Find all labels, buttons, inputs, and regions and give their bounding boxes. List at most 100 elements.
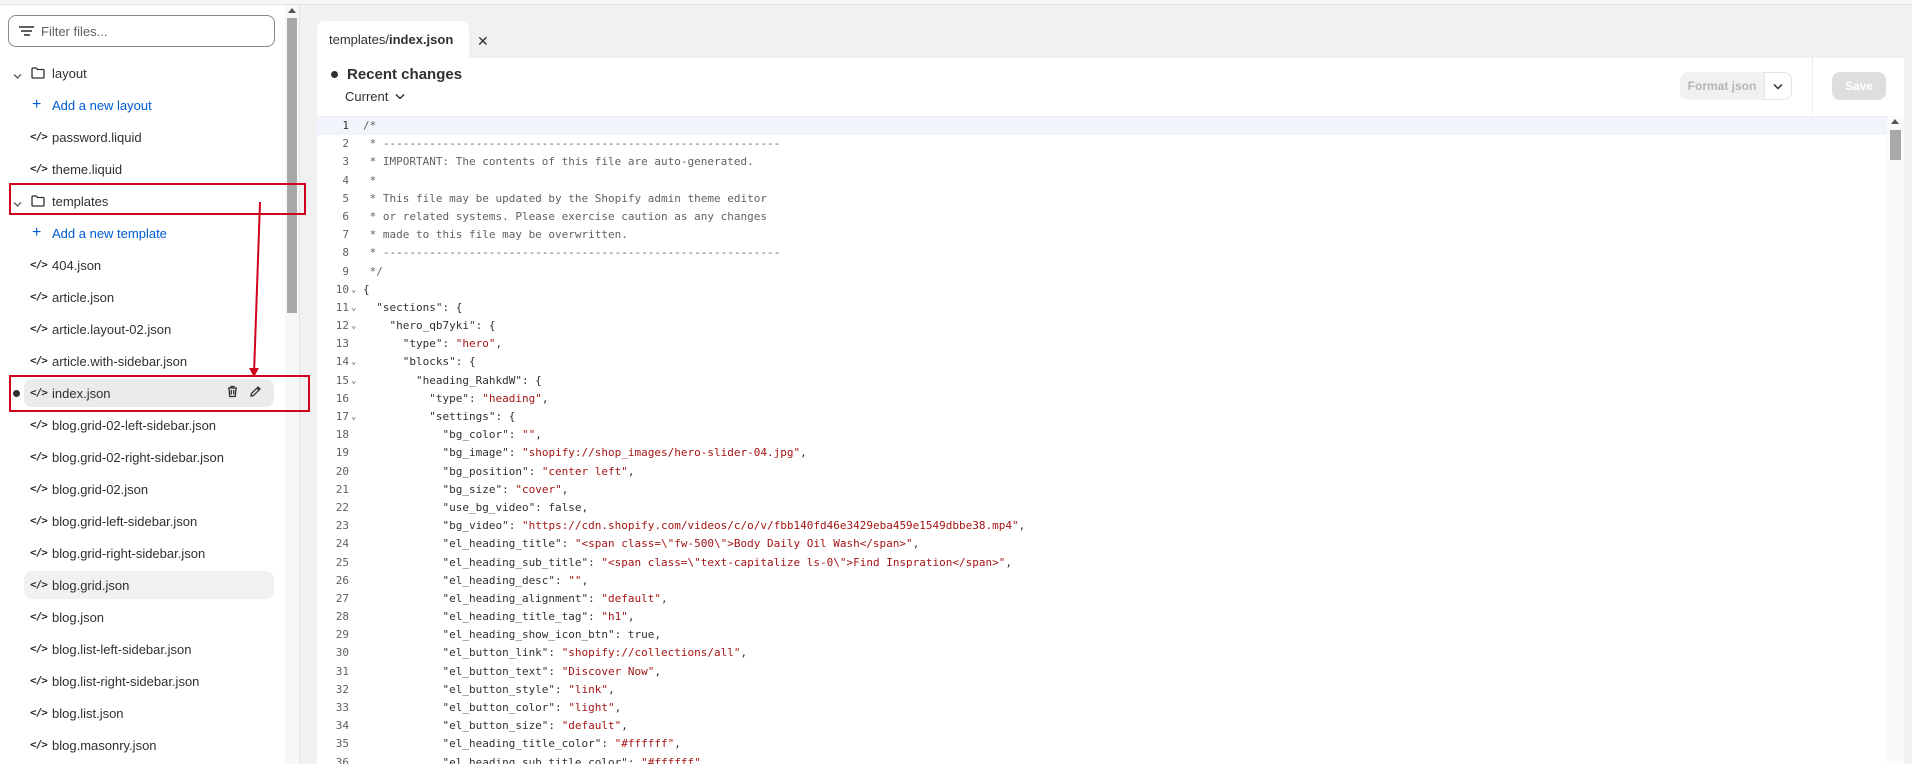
filter-icon: [19, 25, 35, 37]
file-label: article.with-sidebar.json: [52, 353, 188, 369]
plus-icon: +: [32, 224, 42, 241]
tab-index-json[interactable]: templates/index.json ✕: [317, 21, 489, 58]
format-json-button[interactable]: Format json: [1680, 72, 1764, 100]
recent-changes-label: Recent changes: [347, 66, 463, 83]
code-line: "settings": {: [363, 410, 516, 423]
folder-icon: [31, 67, 45, 82]
add-a-new-template-link[interactable]: + Add a new template: [0, 217, 284, 249]
line-number: 35: [335, 737, 349, 751]
file-blog-grid-02-right-sidebar-json[interactable]: </> blog.grid-02-right-sidebar.json: [0, 441, 284, 473]
line-number: 2: [342, 137, 349, 151]
line-number: 31: [335, 664, 349, 678]
code-file-icon: </>: [30, 258, 48, 271]
file-label: blog.list.json: [52, 705, 124, 721]
line-number: 25: [335, 555, 349, 569]
annotation-box-index: [9, 375, 310, 412]
tab-filename: index.json: [388, 32, 454, 47]
filter-field[interactable]: [8, 15, 275, 47]
code-editor[interactable]: 1 2 3 4 5 6 7 8 9 10 ⌄ 11 ⌄ 12 ⌄ 13 14 ⌄ 15 ⌄ 16 17 ⌄ 18 19 20 21 2…: [317, 116, 1887, 764]
line-number: 14 ⌄: [317, 353, 357, 371]
line-number: 7: [342, 228, 349, 242]
line-number: 21: [335, 482, 349, 496]
file-blog-masonry-json[interactable]: </> blog.masonry.json: [0, 729, 284, 761]
file-label: password.liquid: [52, 129, 142, 145]
code-line: "type": "hero",: [363, 337, 503, 351]
fold-chevron-icon[interactable]: ⌄: [351, 317, 356, 335]
code-line: "hero_qb7yki": {: [363, 319, 496, 333]
unsaved-dot-icon: [331, 71, 338, 78]
line-number: 28: [335, 610, 349, 624]
line-number: 26: [335, 573, 349, 587]
file-blog-list-left-sidebar-json[interactable]: </> blog.list-left-sidebar.json: [0, 633, 284, 665]
file-label: 404.json: [52, 257, 102, 273]
fold-chevron-icon[interactable]: ⌄: [351, 281, 356, 299]
code-line: "el_heading_sub_title": "<span class=\"t…: [363, 555, 1013, 569]
chevron-down-icon[interactable]: [13, 68, 22, 79]
line-number: 19: [335, 446, 349, 460]
code-line: "el_heading_desc": "",: [363, 573, 589, 587]
close-icon[interactable]: ✕: [477, 33, 489, 50]
code-lines[interactable]: /* * -----------------------------------…: [363, 117, 1863, 764]
sidebar-scroll-thumb[interactable]: [287, 18, 297, 313]
code-line: * IMPORTANT: The contents of this file a…: [363, 155, 754, 169]
fold-chevron-icon[interactable]: ⌄: [351, 299, 356, 317]
file-article-json[interactable]: </> article.json: [0, 281, 284, 313]
line-number: 30: [335, 646, 349, 660]
recent-changes-heading: Recent changes: [331, 66, 462, 83]
line-number: 5: [342, 191, 349, 205]
line-number: 16: [335, 391, 349, 405]
filter-input[interactable]: [41, 23, 261, 39]
editor-scrollbar[interactable]: [1887, 116, 1904, 764]
line-number: 8: [342, 246, 349, 260]
code-line: "bg_color": "",: [363, 428, 542, 442]
fold-chevron-icon[interactable]: ⌄: [351, 408, 356, 426]
code-file-icon: </>: [30, 610, 48, 623]
line-number: 13: [335, 337, 349, 351]
file-blog-grid-02-json[interactable]: </> blog.grid-02.json: [0, 473, 284, 505]
line-number: 33: [335, 701, 349, 714]
line-number: 9: [342, 264, 349, 278]
code-line: "el_heading_title_tag": "h1",: [363, 610, 635, 624]
version-select[interactable]: Current: [345, 89, 405, 104]
file-blog-grid-right-sidebar-json[interactable]: </> blog.grid-right-sidebar.json: [0, 537, 284, 569]
line-number: 12 ⌄: [317, 317, 357, 335]
file-label: article.layout-02.json: [52, 321, 172, 337]
scroll-up-arrow-icon[interactable]: [288, 8, 296, 13]
code-file-icon: </>: [30, 354, 48, 367]
code-line: "use_bg_video": false,: [363, 500, 589, 514]
code-line: "el_heading_sub_title_color": "#ffffff",: [363, 755, 708, 764]
file-article-with-sidebar-json[interactable]: </> article.with-sidebar.json: [0, 345, 284, 377]
folder-layout[interactable]: layout: [0, 57, 284, 89]
editor-scroll-thumb[interactable]: [1890, 130, 1901, 160]
file-blog-json[interactable]: </> blog.json: [0, 601, 284, 633]
scroll-up-arrow-icon[interactable]: [1891, 119, 1899, 124]
format-options-button[interactable]: [1764, 72, 1792, 100]
line-number: 6: [342, 209, 349, 223]
file-theme-liquid[interactable]: </> theme.liquid: [0, 153, 284, 185]
code-line: "el_heading_alignment": "default",: [363, 591, 668, 605]
code-file-icon: </>: [30, 418, 48, 431]
file-blog-list-json[interactable]: </> blog.list.json: [0, 697, 284, 729]
file-blog-grid-json[interactable]: </> blog.grid.json: [0, 569, 284, 601]
file-label: blog.grid-right-sidebar.json: [52, 545, 206, 561]
file-label: blog.grid.json: [52, 577, 130, 593]
code-line: "el_button_style": "link",: [363, 682, 615, 696]
code-line: "bg_video": "https://cdn.shopify.com/vid…: [363, 519, 1026, 533]
file-label: blog.json: [52, 609, 105, 625]
fold-chevron-icon[interactable]: ⌄: [351, 372, 356, 390]
chevron-down-icon: [1773, 83, 1783, 90]
line-number: 15 ⌄: [317, 372, 357, 390]
save-button[interactable]: Save: [1832, 72, 1886, 100]
code-line: * This file may be updated by the Shopif…: [363, 191, 767, 205]
file-404-json[interactable]: </> 404.json: [0, 249, 284, 281]
fold-chevron-icon[interactable]: ⌄: [351, 353, 356, 371]
file-blog-list-right-sidebar-json[interactable]: </> blog.list-right-sidebar.json: [0, 665, 284, 697]
code-line: * --------------------------------------…: [363, 137, 781, 151]
file-label: theme.liquid: [52, 161, 123, 177]
file-article-layout-02-json[interactable]: </> article.layout-02.json: [0, 313, 284, 345]
file-password-liquid[interactable]: </> password.liquid: [0, 121, 284, 153]
file-blog-grid-left-sidebar-json[interactable]: </> blog.grid-left-sidebar.json: [0, 505, 284, 537]
add-a-new-layout-link[interactable]: + Add a new layout: [0, 89, 284, 121]
file-blog-grid-02-left-sidebar-json[interactable]: </> blog.grid-02-left-sidebar.json: [0, 409, 284, 441]
editor-panel: Recent changes Current Format json Save …: [317, 58, 1904, 764]
